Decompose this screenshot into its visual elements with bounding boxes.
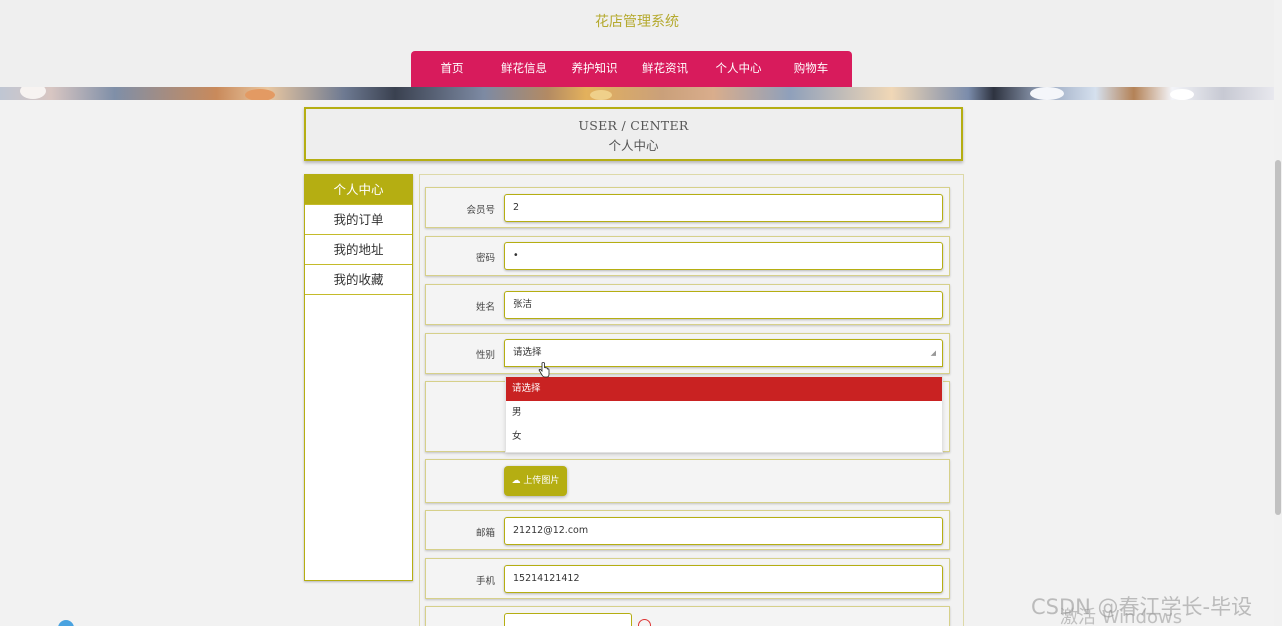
main-nav: 首页 鲜花信息 养护知识 鲜花资讯 个人中心 购物车 bbox=[411, 51, 852, 87]
banner-image bbox=[0, 87, 1274, 100]
hand-cursor-icon bbox=[538, 362, 550, 378]
upload-image-button[interactable]: ☁ 上传图片 bbox=[504, 466, 567, 496]
user-center-header: USER / CENTER 个人中心 bbox=[304, 107, 963, 161]
scrollbar-thumb[interactable] bbox=[1275, 160, 1281, 515]
sidebar-item-my-address[interactable]: 我的地址 bbox=[305, 235, 412, 265]
phone-label: 手机 bbox=[475, 576, 495, 587]
phone-input[interactable]: 15214121412 bbox=[504, 565, 943, 593]
sidebar-item-user-center[interactable]: 个人中心 bbox=[305, 175, 412, 205]
nav-item-care-knowledge[interactable]: 养护知识 bbox=[555, 51, 634, 87]
nav-item-cart[interactable]: 购物车 bbox=[781, 51, 841, 87]
member-no-label: 会员号 bbox=[466, 205, 495, 216]
nav-item-user-center[interactable]: 个人中心 bbox=[696, 51, 781, 87]
gender-option-male[interactable]: 男 bbox=[506, 401, 942, 425]
next-field-input[interactable] bbox=[504, 613, 632, 626]
email-input[interactable]: 21212@12.com bbox=[504, 517, 943, 545]
page-scrollbar[interactable] bbox=[1274, 0, 1282, 626]
gender-select-value: 请选择 bbox=[513, 347, 542, 358]
gender-label: 性别 bbox=[475, 350, 495, 361]
upload-image-label: 上传图片 bbox=[523, 476, 560, 486]
user-center-title-en: USER / CENTER bbox=[578, 118, 689, 133]
gender-dropdown: 请选择 男 女 bbox=[505, 376, 943, 453]
nav-item-flower-news[interactable]: 鲜花资讯 bbox=[634, 51, 696, 87]
password-label: 密码 bbox=[475, 253, 495, 264]
name-label: 姓名 bbox=[475, 302, 495, 313]
select-arrow-icon: ◢ bbox=[930, 349, 936, 357]
email-label: 邮箱 bbox=[475, 528, 495, 539]
password-input[interactable]: • bbox=[504, 242, 943, 270]
gender-option-female[interactable]: 女 bbox=[506, 425, 942, 449]
sidebar-item-my-orders[interactable]: 我的订单 bbox=[305, 205, 412, 235]
member-no-input[interactable]: 2 bbox=[504, 194, 943, 222]
nav-item-home[interactable]: 首页 bbox=[411, 51, 493, 87]
site-title: 花店管理系统 bbox=[595, 14, 679, 30]
name-input[interactable]: 张洁 bbox=[504, 291, 943, 319]
gender-select[interactable]: 请选择 ◢ bbox=[504, 339, 943, 367]
cloud-upload-icon: ☁ bbox=[511, 476, 521, 486]
user-center-title-cn: 个人中心 bbox=[608, 138, 659, 153]
windows-activation-watermark: 激活 Windows bbox=[1060, 607, 1183, 626]
nav-item-flower-info[interactable]: 鲜花信息 bbox=[493, 51, 555, 87]
float-help-icon[interactable] bbox=[58, 620, 74, 626]
sidebar-item-my-favorites[interactable]: 我的收藏 bbox=[305, 265, 412, 295]
error-icon bbox=[638, 619, 651, 626]
sidebar-menu: 个人中心 我的订单 我的地址 我的收藏 bbox=[304, 174, 413, 581]
gender-option-please-select[interactable]: 请选择 bbox=[506, 377, 942, 401]
